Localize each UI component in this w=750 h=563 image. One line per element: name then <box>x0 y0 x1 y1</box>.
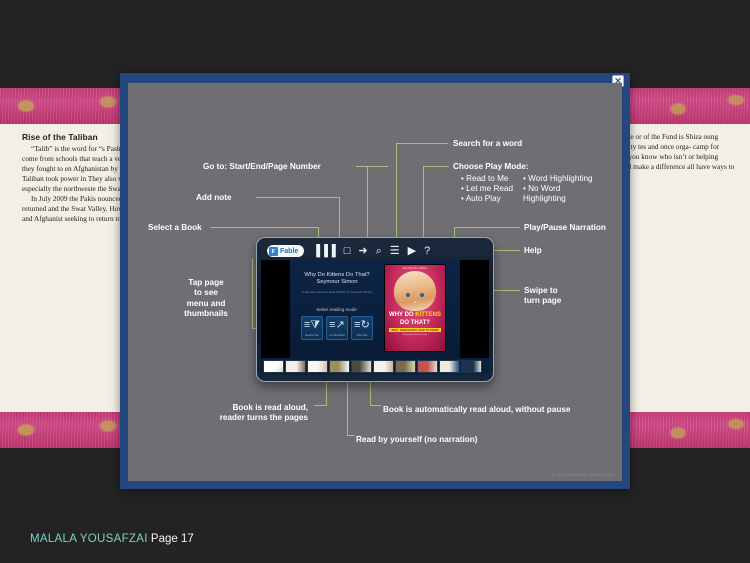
leader-line-selectbook <box>210 227 318 228</box>
leader-line-tappage-v <box>252 258 253 328</box>
reader-toolbar: F Fable ▐▐▐ □ ➜ ⌕ ☰ ▶ ? <box>261 242 489 260</box>
annotation-read-self: Read by yourself (no narration) <box>356 435 478 444</box>
annotation-help: Help <box>524 246 542 255</box>
leader-line-playmode <box>423 166 449 167</box>
mode-label: Read to Me <box>305 333 319 337</box>
book-start-pane: Why Do Kittens Do That? Seymour Simon A … <box>290 260 460 358</box>
fable-wordmark: Fable <box>280 247 299 255</box>
play-mode-option: Highlighting <box>523 194 566 203</box>
help-overlay-dialog: ✕ Search for a word Go to: Start/End/Pag… <box>120 73 630 489</box>
annotation-auto-read: Book is automatically read aloud, withou… <box>383 405 571 414</box>
page-footer: MALALA YOUSAFZAI Page 17 <box>30 533 194 545</box>
leader-line-goto-v <box>367 166 368 240</box>
reading-mode-label: Select reading mode: <box>316 306 358 312</box>
play-mode-option: • Let me Read <box>461 184 514 193</box>
play-mode-option: • Word Highlighting <box>523 174 593 183</box>
play-icon[interactable]: ▶ <box>408 245 416 257</box>
thumbnail[interactable] <box>263 359 284 373</box>
leader-line-goto <box>356 166 388 167</box>
auto-play-icon: ≡↻ <box>354 318 370 331</box>
mode-label: Auto Play <box>356 333 368 337</box>
kitten-photo <box>394 271 436 311</box>
cover-imprint: A Seymour Science book <box>402 334 428 336</box>
reader-screen[interactable]: Why Do Kittens Do That? Seymour Simon A … <box>261 260 489 358</box>
goto-arrow-icon[interactable]: ➜ <box>358 245 367 257</box>
play-mode-option: • No Word <box>523 184 561 193</box>
annotation-add-note: Add note <box>196 193 232 202</box>
mode-auto-play-button[interactable]: ≡↻ Auto Play <box>351 315 373 340</box>
thumbnail[interactable] <box>417 359 438 373</box>
read-to-me-icon: ≡⧩ <box>303 318 321 331</box>
cover-author: SEYMOUR SIMON <box>402 267 428 270</box>
book-fine-print: A Seymour Science book Written by Seymou… <box>302 289 372 294</box>
reading-mode-buttons: ≡⧩ Read to Me ≡↗ Let Me Read ≡↻ Auto Pla… <box>290 315 384 340</box>
play-mode-option: • Read to Me <box>461 174 509 183</box>
thumbnail[interactable] <box>395 359 416 373</box>
help-diagram-canvas: Search for a word Go to: Start/End/Page … <box>128 83 622 481</box>
cover-title-line2: DO THAT? <box>400 320 430 326</box>
leader-line-search <box>396 143 448 144</box>
leader-line-addnote-v <box>339 197 340 240</box>
fable-mark-icon: F <box>269 246 278 256</box>
cover-title-line1: WHY DO KITTENS <box>389 312 441 318</box>
leader-line-addnote <box>256 197 339 198</box>
annotation-read-aloud: Book is read aloud, reader turns the pag… <box>219 403 308 423</box>
library-icon[interactable]: ▐▐▐ <box>312 245 335 257</box>
help-icon[interactable]: ? <box>424 245 430 257</box>
copyright-notice: © 2012 Seymour Science LLC <box>552 472 614 477</box>
footer-page-number: Page 17 <box>150 533 194 545</box>
note-icon[interactable]: □ <box>344 245 351 257</box>
annotation-tap-page: Tap page to see menu and thumbnails <box>184 278 228 319</box>
annotation-play-mode-title: Choose Play Mode: <box>453 162 529 171</box>
play-mode-option: • Auto Play <box>461 194 501 203</box>
annotation-search-for-a-word: Search for a word <box>453 139 523 148</box>
play-mode-icon[interactable]: ☰ <box>390 245 400 257</box>
annotation-play-pause: Play/Pause Narration <box>524 223 606 232</box>
thumbnail[interactable] <box>351 359 372 373</box>
thumbnail[interactable] <box>329 359 350 373</box>
cover-subtitle: REAL THINGS KIDS LOVE TO KNOW <box>389 328 441 332</box>
tablet-device-mockup: F Fable ▐▐▐ □ ➜ ⌕ ☰ ▶ ? Why Do Kittens D… <box>256 237 494 382</box>
leader-line-readaloud <box>314 405 327 406</box>
thumbnail[interactable] <box>285 359 306 373</box>
book-author: Seymour Simon <box>316 279 358 286</box>
annotation-select-a-book: Select a Book <box>148 223 202 232</box>
leader-line-playmode-v <box>423 166 424 240</box>
thumbnail[interactable] <box>439 359 460 373</box>
thumbnail[interactable] <box>307 359 328 373</box>
annotation-swipe: Swipe to turn page <box>524 286 562 306</box>
fable-logo[interactable]: F Fable <box>267 245 305 257</box>
mode-label: Let Me Read <box>329 333 345 337</box>
book-title: Why Do Kittens Do That? <box>304 272 370 278</box>
search-icon[interactable]: ⌕ <box>376 245 382 257</box>
footer-book-title: MALALA YOUSAFZAI <box>30 533 148 545</box>
thumbnail[interactable] <box>373 359 394 373</box>
annotation-goto: Go to: Start/End/Page Number <box>203 162 321 171</box>
leader-line-readself <box>347 435 355 436</box>
leader-line-playpause <box>454 227 520 228</box>
book-cover-image: SEYMOUR SIMON WHY DO KITTENS DO THAT? RE… <box>384 264 446 352</box>
mode-let-me-read-button[interactable]: ≡↗ Let Me Read <box>326 315 348 340</box>
let-me-read-icon: ≡↗ <box>329 318 345 331</box>
leader-line-autoread <box>370 405 381 406</box>
thumbnail[interactable] <box>461 359 482 373</box>
book-info-panel: Why Do Kittens Do That? Seymour Simon A … <box>290 260 384 358</box>
page-thumbnail-strip[interactable] <box>261 358 489 374</box>
mode-read-to-me-button[interactable]: ≡⧩ Read to Me <box>301 315 323 340</box>
leader-line-search-v <box>396 143 397 240</box>
